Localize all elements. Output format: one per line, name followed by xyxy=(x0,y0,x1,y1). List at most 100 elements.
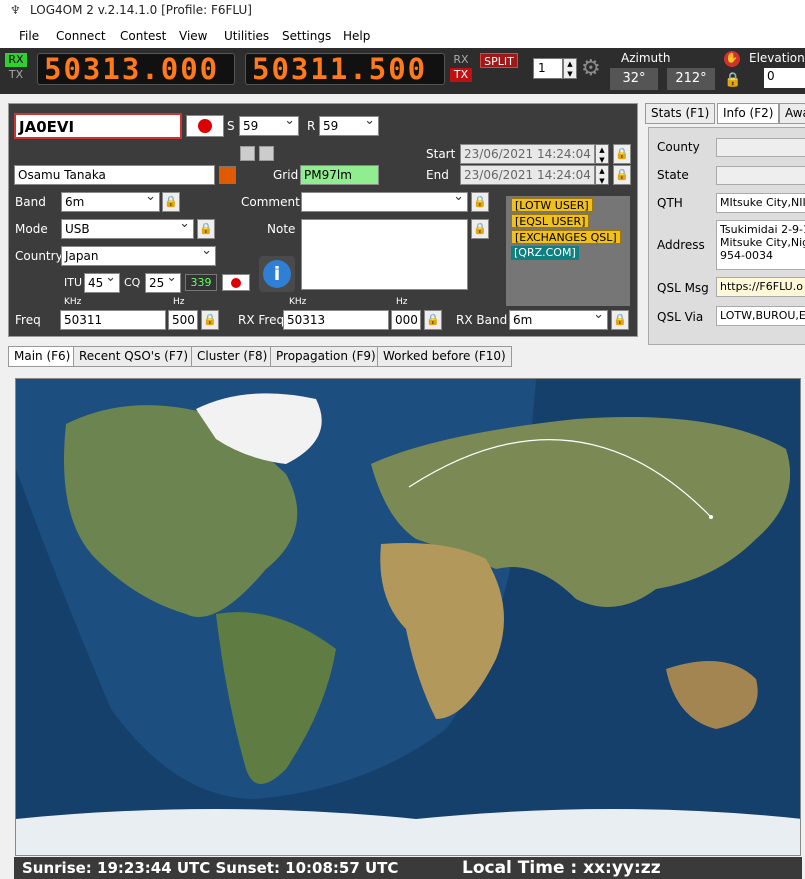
cq-select[interactable]: 25 xyxy=(145,273,181,293)
freq-hz-unit: Hz xyxy=(173,297,185,307)
qsl-via-label: QSL Via xyxy=(657,310,704,324)
qth-value[interactable]: MItsuke City,NII xyxy=(716,193,805,213)
band-select[interactable]: 6m xyxy=(61,192,160,212)
mode-label: Mode xyxy=(15,222,48,236)
comment-label: Comment xyxy=(241,195,300,209)
elevation-stop-icon[interactable]: ✋ xyxy=(724,51,740,67)
cq-label: CQ xyxy=(124,276,141,289)
menu-file[interactable]: File xyxy=(19,29,39,43)
county-value[interactable] xyxy=(716,138,805,157)
tab-stats[interactable]: Stats (F1) xyxy=(645,103,716,124)
comment-input[interactable] xyxy=(301,192,468,212)
start-datetime[interactable]: 23/06/2021 14:24:04 xyxy=(460,144,595,164)
window-title: LOG4OM 2 v.2.14.1.0 [Profile: F6FLU] xyxy=(30,3,252,17)
rxfreq-hz-input[interactable]: 000 xyxy=(391,310,421,330)
rxfreq-khz-unit: KHz xyxy=(289,297,307,307)
qsl-via-value[interactable]: LOTW,BUROU,E xyxy=(716,306,805,326)
band-label: Band xyxy=(15,195,46,209)
exchanges-qsl-badge[interactable]: [EXCHANGES QSL] xyxy=(511,230,621,244)
info-fields: County State QTH MItsuke City,NII Addres… xyxy=(648,127,805,345)
station-marker xyxy=(709,515,713,519)
vfo-select[interactable]: 1 xyxy=(533,58,563,79)
lock-icon[interactable]: 🔒 xyxy=(424,310,442,330)
azimuth-label: Azimuth xyxy=(621,51,671,65)
status-bar: Sunrise: 19:23:44 UTC Sunset: 10:08:57 U… xyxy=(14,857,802,879)
tab-recent-qsos[interactable]: Recent QSO's (F7) xyxy=(73,346,195,367)
lock-icon[interactable]: 🔒 xyxy=(611,310,629,330)
menu-contest[interactable]: Contest xyxy=(120,29,166,43)
menu-view[interactable]: View xyxy=(179,29,207,43)
lock-icon[interactable]: 🔒 xyxy=(613,165,631,185)
rst-received-select[interactable]: 59 xyxy=(319,116,379,136)
qrz-badge[interactable]: [QRZ.COM] xyxy=(511,246,579,260)
address-value[interactable]: Tsukimidai 2-9-1 Mitsuke City,Nig 954-00… xyxy=(716,220,805,270)
option-box-2[interactable] xyxy=(259,146,274,161)
end-spinner[interactable]: ▲ ▼ xyxy=(595,165,609,185)
tab-main[interactable]: Main (F6) xyxy=(8,346,77,367)
lookup-card-icon[interactable] xyxy=(219,166,236,184)
address-label: Address xyxy=(657,238,705,252)
grid-input[interactable]: PM97lm xyxy=(300,165,379,185)
state-value[interactable] xyxy=(716,166,805,185)
world-map[interactable] xyxy=(15,378,801,856)
vfo-b-frequency[interactable]: 50311.500 xyxy=(245,53,445,85)
tab-cluster[interactable]: Cluster (F8) xyxy=(191,346,274,367)
option-box-1[interactable] xyxy=(240,146,255,161)
state-label: State xyxy=(657,168,689,182)
gear-icon[interactable]: ⚙ xyxy=(581,56,601,81)
title-bar: ♆ LOG4OM 2 v.2.14.1.0 [Profile: F6FLU] xyxy=(0,0,805,24)
rxband-select[interactable]: 6m xyxy=(509,310,608,330)
rx-indicator: RX xyxy=(5,53,27,67)
lotw-user-badge[interactable]: [LOTW USER] xyxy=(511,198,593,212)
menu-connect[interactable]: Connect xyxy=(56,29,106,43)
freq-label: Freq xyxy=(15,313,41,327)
s-label: S xyxy=(227,119,235,133)
qsl-msg-label: QSL Msg xyxy=(657,281,709,295)
elevation-label: Elevation xyxy=(749,51,805,65)
end-datetime[interactable]: 23/06/2021 14:24:04 xyxy=(460,165,595,185)
itu-select[interactable]: 45 xyxy=(84,273,120,293)
freq-khz-unit: KHz xyxy=(64,297,82,307)
qth-label: QTH xyxy=(657,196,683,210)
lock-icon[interactable]: 🔒 xyxy=(613,144,631,164)
tab-worked-before[interactable]: Worked before (F10) xyxy=(377,346,512,367)
lock-icon[interactable]: 🔒 xyxy=(197,219,215,239)
tab-awards[interactable]: Awa xyxy=(779,103,805,124)
rxfreq-label: RX Freq xyxy=(238,313,285,327)
tab-info[interactable]: Info (F2) xyxy=(717,103,780,124)
freq-khz-input[interactable]: 50311 xyxy=(60,310,166,330)
lock-icon[interactable]: 🔒 xyxy=(724,72,741,88)
rst-sent-select[interactable]: 59 xyxy=(239,116,299,136)
eqsl-user-badge[interactable]: [EQSL USER] xyxy=(511,214,590,228)
rxfreq-khz-input[interactable]: 50313 xyxy=(283,310,389,330)
info-panel: Stats (F1) Info (F2) Awa County State QT… xyxy=(643,100,805,346)
vfo-a-frequency[interactable]: 50313.000 xyxy=(37,53,235,85)
info-button[interactable]: i xyxy=(259,256,295,292)
menu-help[interactable]: Help xyxy=(343,29,370,43)
lock-icon[interactable]: 🔒 xyxy=(201,310,219,330)
sun-times: Sunrise: 19:23:44 UTC Sunset: 10:08:57 U… xyxy=(22,859,399,877)
split-button[interactable]: SPLIT xyxy=(480,53,518,68)
lock-icon[interactable]: 🔒 xyxy=(162,192,180,212)
country-select[interactable]: Japan xyxy=(61,246,216,266)
mode-select[interactable]: USB xyxy=(61,219,194,239)
start-spinner[interactable]: ▲ ▼ xyxy=(595,144,609,164)
lock-icon[interactable]: 🔒 xyxy=(471,219,489,239)
info-icon: i xyxy=(263,260,291,288)
azimuth-long-path[interactable]: 212° xyxy=(667,68,715,90)
azimuth-short-path[interactable]: 32° xyxy=(610,68,658,90)
menu-settings[interactable]: Settings xyxy=(282,29,331,43)
note-textarea[interactable] xyxy=(301,219,468,290)
lock-icon[interactable]: 🔒 xyxy=(471,192,489,212)
tab-propagation[interactable]: Propagation (F9) xyxy=(270,346,382,367)
qso-entry-panel: JA0EVI S 59 R 59 Start 23/06/2021 14:24:… xyxy=(8,103,638,337)
grid-label: Grid xyxy=(273,168,299,182)
menu-utilities[interactable]: Utilities xyxy=(224,29,269,43)
vfo-spinner[interactable]: ▲ ▼ xyxy=(563,58,577,79)
county-label: County xyxy=(657,140,700,154)
freq-hz-input[interactable]: 500 xyxy=(168,310,198,330)
name-input[interactable]: Osamu Tanaka xyxy=(14,165,215,185)
callsign-input[interactable]: JA0EVI xyxy=(14,113,182,139)
qsl-msg-value[interactable]: https://F6FLU.o xyxy=(716,277,805,297)
elevation-input[interactable]: 0 xyxy=(764,68,805,88)
